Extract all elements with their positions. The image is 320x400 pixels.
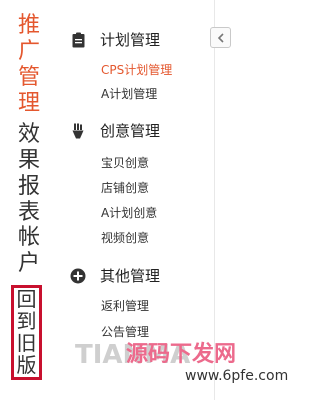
menu-item-cps-plan[interactable]: CPS计划管理: [101, 61, 172, 78]
nav-char: 理: [17, 91, 40, 116]
nav-char: 表: [17, 200, 40, 225]
menu-item-a-plan[interactable]: A计划管理: [101, 85, 157, 102]
menu-item-a-plan-creative[interactable]: A计划创意: [101, 204, 157, 221]
brush-icon: [70, 123, 86, 139]
plus-circle-icon: [70, 268, 86, 284]
menu-item-announcement[interactable]: 公告管理: [101, 323, 149, 340]
nav-char: 管: [17, 65, 40, 90]
group-plan-management: 计划管理: [70, 29, 160, 50]
menu-item-item-creative[interactable]: 宝贝创意: [101, 154, 149, 171]
group-other-management: 其他管理: [70, 265, 160, 286]
group-title: 其他管理: [100, 267, 161, 285]
collapse-button[interactable]: [210, 27, 231, 48]
left-vertical-nav: 推 广 管 理 效 果 报 表 帐 户 回 到 旧 版: [0, 0, 52, 400]
chevron-left-icon: [217, 28, 225, 47]
nav-effect-report[interactable]: 效 果 报 表: [16, 122, 42, 226]
menu-item-shop-creative[interactable]: 店铺创意: [101, 179, 149, 196]
nav-account[interactable]: 帐 户: [16, 225, 42, 277]
nav-back-to-old-version[interactable]: 回 到 旧 版: [11, 285, 42, 380]
nav-char: 到: [16, 309, 37, 333]
nav-char: 果: [17, 148, 40, 173]
group-title: 计划管理: [100, 31, 161, 49]
sub-menu: 计划管理 CPS计划管理 A计划管理 创意管理 宝贝创意 店铺创意 A计划创意 …: [70, 0, 220, 400]
group-title: 创意管理: [100, 122, 161, 140]
nav-char: 帐: [17, 225, 40, 250]
nav-char: 报: [17, 174, 40, 199]
menu-item-video-creative[interactable]: 视频创意: [101, 229, 149, 246]
nav-char: 版: [16, 353, 37, 377]
nav-char: 旧: [16, 331, 37, 355]
nav-char: 回: [16, 287, 37, 311]
clipboard-icon: [70, 32, 86, 48]
nav-char: 户: [17, 251, 40, 276]
divider: [214, 0, 215, 400]
menu-item-rebate[interactable]: 返利管理: [101, 297, 149, 314]
nav-char: 推: [17, 13, 40, 38]
group-creative-management: 创意管理: [70, 120, 160, 141]
nav-char: 效: [17, 122, 40, 147]
nav-promotion-management[interactable]: 推 广 管 理: [16, 13, 42, 117]
nav-char: 广: [17, 39, 40, 64]
